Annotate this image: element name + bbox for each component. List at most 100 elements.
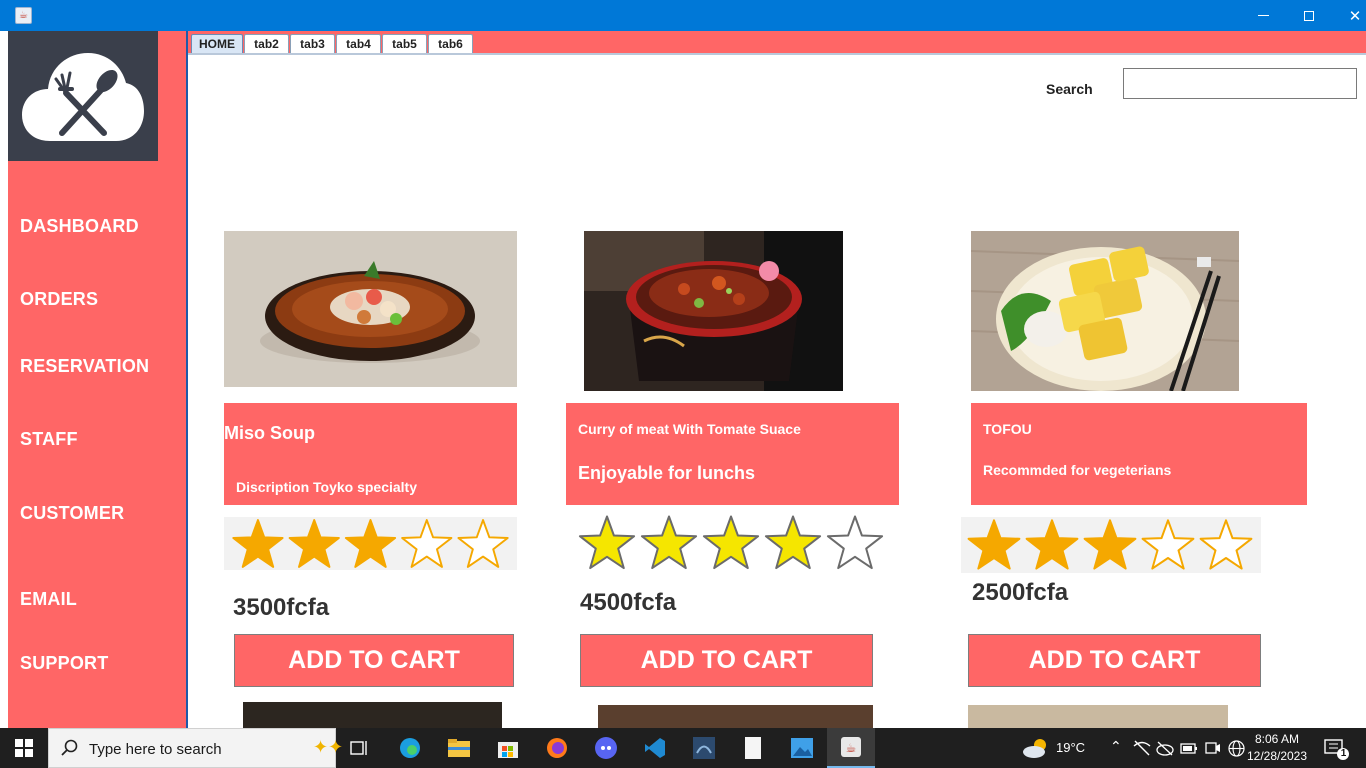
rating-stars (224, 517, 517, 570)
java-app-icon: ☕ (15, 7, 32, 24)
sidebar-item-email[interactable]: EMAIL (20, 589, 77, 610)
sidebar: DASHBOARD ORDERS RESERVATION STAFF CUSTO… (8, 31, 187, 728)
start-button[interactable] (0, 728, 48, 768)
meet-now-icon[interactable] (1205, 740, 1221, 756)
clock-time: 8:06 AM (1254, 732, 1300, 746)
sidebar-item-support[interactable]: SUPPORT (20, 653, 108, 674)
language-globe-icon[interactable] (1228, 740, 1245, 757)
battery-icon[interactable] (1180, 741, 1198, 755)
search-label: Search (1046, 81, 1093, 97)
maximize-icon (1304, 10, 1314, 21)
food-description: Enjoyable for lunchs (578, 463, 756, 483)
food-info-panel: TOFOU Recommded for vegeterians (971, 403, 1307, 505)
tab-bar: HOME tab2 tab3 tab4 tab5 tab6 (188, 31, 1366, 53)
food-image (243, 702, 502, 728)
food-description: Recommded for vegeterians (983, 462, 1172, 478)
food-image (968, 705, 1228, 728)
star-filled-icon (288, 518, 340, 568)
maximize-button[interactable] (1286, 0, 1332, 31)
food-image-tofou (971, 231, 1239, 391)
search-input[interactable] (1123, 68, 1357, 99)
food-image (598, 705, 873, 728)
tab-tab6[interactable]: tab6 (428, 34, 473, 53)
star-filled-icon (1025, 519, 1079, 570)
file-explorer-icon[interactable] (435, 728, 483, 768)
food-title: Curry of meat With Tomate Suace (578, 421, 801, 437)
sidebar-divider (186, 31, 188, 728)
add-to-cart-button[interactable]: ADD TO CART (234, 634, 514, 687)
star-filled-icon (967, 519, 1021, 570)
sidebar-item-reservation[interactable]: RESERVATION (20, 356, 149, 377)
tab-tab5[interactable]: tab5 (382, 34, 427, 53)
food-description: Discription Toyko specialty (236, 479, 418, 495)
weather-icon[interactable] (1022, 737, 1050, 759)
tab-home[interactable]: HOME (191, 34, 243, 53)
close-icon: ✕ (1348, 7, 1362, 25)
star-filled-icon (702, 515, 760, 570)
price-label: 2500fcfa (972, 579, 1069, 606)
price-label: 4500fcfa (580, 589, 677, 616)
star-filled-icon (578, 515, 636, 570)
edge-icon[interactable] (386, 728, 434, 768)
star-empty-icon (401, 518, 453, 568)
star-empty-icon (826, 515, 884, 570)
star-empty-icon (457, 518, 509, 568)
rating-stars (961, 517, 1261, 573)
star-filled-icon (764, 515, 822, 570)
vscode-icon[interactable] (631, 728, 679, 768)
star-empty-icon (1141, 519, 1195, 570)
sidebar-item-customer[interactable]: CUSTOMER (20, 503, 124, 524)
sidebar-item-staff[interactable]: STAFF (20, 429, 78, 450)
minimize-button[interactable] (1240, 0, 1286, 31)
food-image-curry (584, 231, 843, 391)
star-filled-icon (640, 515, 698, 570)
weather-temp[interactable]: 19°C (1056, 740, 1085, 755)
star-filled-icon (232, 518, 284, 568)
minimize-icon (1257, 15, 1269, 16)
add-to-cart-button[interactable]: ADD TO CART (580, 634, 873, 687)
rating-stars-graphic (232, 518, 509, 568)
price-label: 3500fcfa (233, 594, 330, 621)
network-off-icon[interactable] (1133, 740, 1151, 756)
firefox-icon[interactable] (533, 728, 581, 768)
star-filled-icon (1083, 519, 1137, 570)
chevron-up-icon[interactable]: ⌃ (1110, 738, 1122, 755)
taskbar-search-box[interactable]: Type here to search ✦✦ (48, 728, 343, 768)
taskbar-search-placeholder: Type here to search (89, 741, 222, 758)
sidebar-item-dashboard[interactable]: DASHBOARD (20, 216, 139, 237)
star-filled-icon (344, 518, 397, 568)
svg-text:☕: ☕ (846, 741, 857, 755)
close-button[interactable]: ✕ (1332, 0, 1366, 31)
task-view-icon[interactable] (336, 728, 384, 768)
photos-icon[interactable] (778, 728, 826, 768)
rating-stars-graphic (967, 519, 1253, 570)
taskbar: Type here to search ✦✦ ☕ 19°C ⌃ 8:06 AM … (0, 728, 1366, 768)
tab-tab2[interactable]: tab2 (244, 34, 289, 53)
food-info-panel: Miso Soup Discription Toyko specialty (224, 403, 517, 505)
restaurant-logo (8, 31, 158, 161)
tab-content-border (188, 53, 1366, 55)
window-titlebar: ☕ ✕ (0, 0, 1366, 31)
notepad-icon[interactable] (729, 728, 777, 768)
tab-tab4[interactable]: tab4 (336, 34, 381, 53)
mysql-workbench-icon[interactable] (680, 728, 728, 768)
food-info-panel: Curry of meat With Tomate Suace Enjoyabl… (566, 403, 899, 505)
windows-logo-icon (15, 739, 33, 757)
notification-count-badge: 1 (1340, 748, 1347, 759)
cloud-off-icon[interactable] (1156, 740, 1174, 756)
cloud-cutlery-icon (22, 53, 144, 141)
java-app-taskbar-icon[interactable]: ☕ (827, 728, 875, 768)
store-icon[interactable] (484, 728, 532, 768)
clock-date: 12/28/2023 (1246, 749, 1308, 763)
food-title: TOFOU (983, 421, 1032, 437)
rating-stars (574, 514, 890, 572)
food-image-miso-soup (224, 231, 517, 387)
discord-icon[interactable] (582, 728, 630, 768)
search-icon (61, 739, 78, 756)
food-title: Miso Soup (224, 423, 315, 443)
tab-tab3[interactable]: tab3 (290, 34, 335, 53)
taskbar-clock[interactable]: 8:06 AM 12/28/2023 (1246, 731, 1308, 765)
sidebar-item-orders[interactable]: ORDERS (20, 289, 98, 310)
rating-stars-graphic (578, 515, 884, 570)
add-to-cart-button[interactable]: ADD TO CART (968, 634, 1261, 687)
